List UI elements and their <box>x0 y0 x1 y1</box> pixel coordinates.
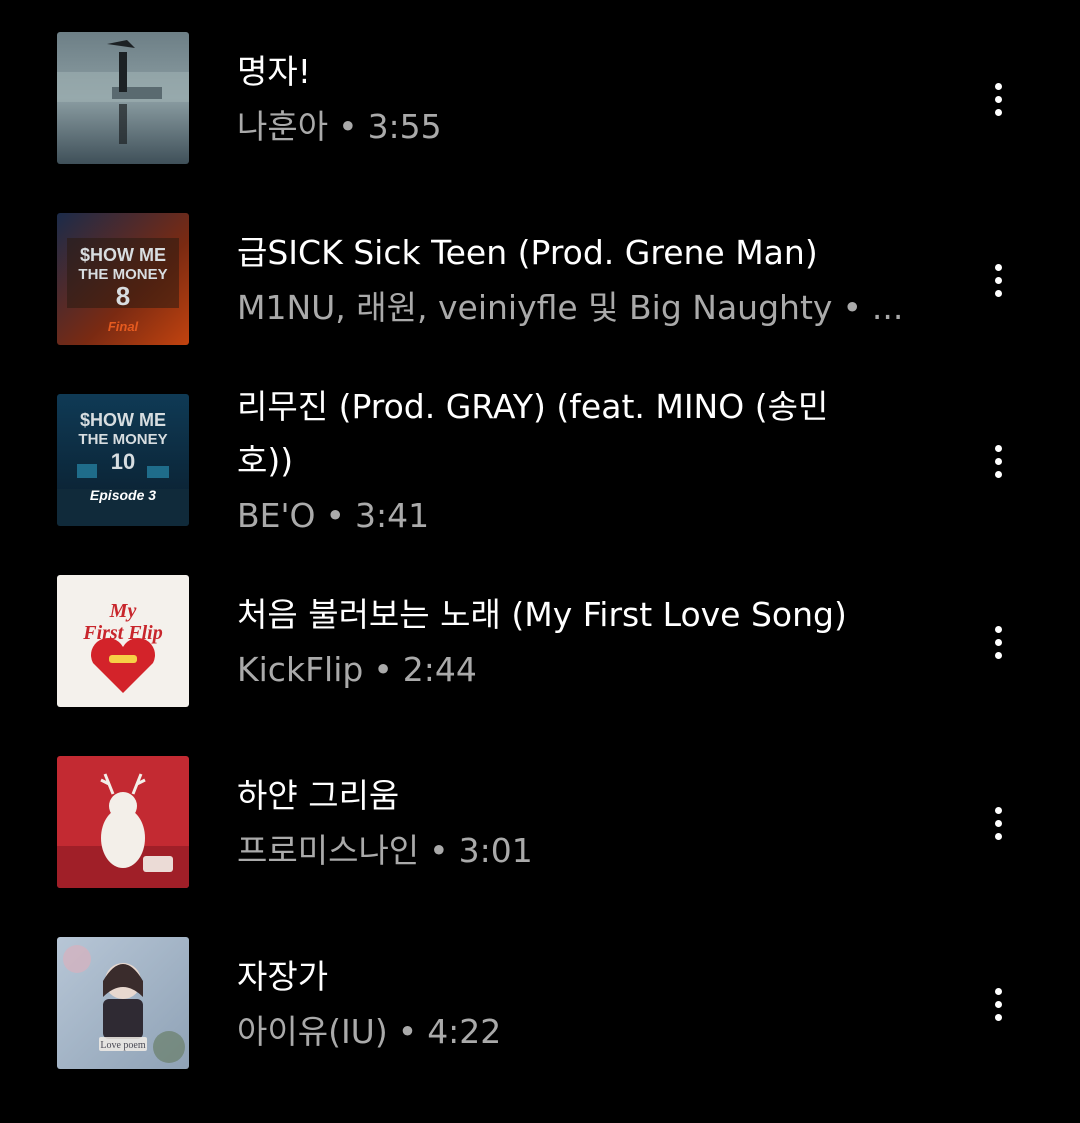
song-subtitle: 나훈아 • 3:55 <box>237 99 927 154</box>
song-row[interactable]: My First Flip 처음 불러보는 노래 (My First Love … <box>0 543 1080 724</box>
album-art-show-me-the-money-8[interactable]: $HOW ME THE MONEY 8 Final <box>57 213 189 345</box>
separator-dot: • <box>842 288 862 327</box>
song-text: 리무진 (Prod. GRAY) (feat. MINO (송민호)) BE'O… <box>237 380 837 543</box>
more-vert-icon[interactable] <box>978 973 1018 1033</box>
art-text: 10 <box>111 449 135 474</box>
song-duration: 2:44 <box>402 650 477 689</box>
art-text: THE MONEY <box>78 431 167 448</box>
song-text: 처음 불러보는 노래 (My First Love Song) KickFlip… <box>237 587 927 697</box>
song-duration: 3:01 <box>458 831 533 870</box>
song-text: 급SICK Sick Teen (Prod. Grene Man) M1NU, … <box>237 225 927 335</box>
song-title: 리무진 (Prod. GRAY) (feat. MINO (송민호)) <box>237 387 829 480</box>
art-text: $HOW ME <box>80 410 166 430</box>
song-row[interactable]: $HOW ME THE MONEY 10 Episode 3 리무진 (Prod… <box>0 362 1080 543</box>
art-text: Episode 3 <box>90 487 156 503</box>
song-artist: BE'O <box>237 496 316 535</box>
song-subtitle: 프로미스나인 • 3:01 <box>237 823 927 878</box>
art-text: Final <box>108 319 139 334</box>
song-title: 처음 불러보는 노래 (My First Love Song) <box>237 595 847 634</box>
art-text: My <box>109 600 137 622</box>
song-artist: 프로미스나인 <box>237 831 420 870</box>
album-art-white-memories[interactable] <box>57 756 189 888</box>
song-row[interactable]: 명자! 나훈아 • 3:55 <box>0 0 1080 181</box>
song-subtitle: M1NU, 래원, veiniyfle 및 Big Naughty •... <box>237 280 927 335</box>
song-text: 하얀 그리움 프로미스나인 • 3:01 <box>237 768 927 878</box>
song-artist: 아이유(IU) <box>237 1012 388 1051</box>
song-duration: 3:41 <box>355 496 430 535</box>
art-text: $HOW ME <box>80 245 166 265</box>
album-art-love-poem[interactable]: Love poem <box>57 937 189 1069</box>
song-subtitle: KickFlip • 2:44 <box>237 642 927 697</box>
song-subtitle: 아이유(IU) • 4:22 <box>237 1004 927 1059</box>
song-title: 급SICK Sick Teen (Prod. Grene Man) <box>237 233 818 272</box>
art-text: First Flip <box>82 622 162 644</box>
song-row[interactable]: 하얀 그리움 프로미스나인 • 3:01 <box>0 724 1080 905</box>
more-vert-icon[interactable] <box>978 249 1018 309</box>
song-artist: KickFlip <box>237 650 364 689</box>
separator-dot: • <box>338 107 358 146</box>
art-text: Love poem <box>100 1040 145 1051</box>
song-title: 하얀 그리움 <box>237 776 400 815</box>
album-art-my-first-flip[interactable]: My First Flip <box>57 575 189 707</box>
album-art-myeongja[interactable] <box>57 32 189 164</box>
separator-dot: • <box>429 831 449 870</box>
more-vert-icon[interactable] <box>978 430 1018 490</box>
song-row[interactable]: $HOW ME THE MONEY 8 Final 급SICK Sick Tee… <box>0 181 1080 362</box>
song-row[interactable]: Love poem 자장가 아이유(IU) • 4:22 <box>0 905 1080 1086</box>
song-duration: ... <box>871 288 904 327</box>
song-text: 자장가 아이유(IU) • 4:22 <box>237 949 927 1059</box>
song-artist: M1NU, 래원, veiniyfle 및 Big Naughty <box>237 288 833 327</box>
song-subtitle: BE'O • 3:41 <box>237 488 837 543</box>
song-title: 자장가 <box>237 957 329 996</box>
album-art-show-me-the-money-10[interactable]: $HOW ME THE MONEY 10 Episode 3 <box>57 394 189 526</box>
more-vert-icon[interactable] <box>978 792 1018 852</box>
separator-dot: • <box>373 650 393 689</box>
song-title: 명자! <box>237 52 311 91</box>
song-duration: 4:22 <box>427 1012 502 1051</box>
more-vert-icon[interactable] <box>978 68 1018 128</box>
more-vert-icon[interactable] <box>978 611 1018 671</box>
song-text: 명자! 나훈아 • 3:55 <box>237 44 927 154</box>
separator-dot: • <box>397 1012 418 1051</box>
song-artist: 나훈아 <box>237 107 329 146</box>
art-text: 8 <box>116 281 130 311</box>
song-list: 명자! 나훈아 • 3:55 $HOW ME THE MONEY 8 Final… <box>0 0 1080 1123</box>
song-duration: 3:55 <box>367 107 442 146</box>
separator-dot: • <box>325 496 346 535</box>
